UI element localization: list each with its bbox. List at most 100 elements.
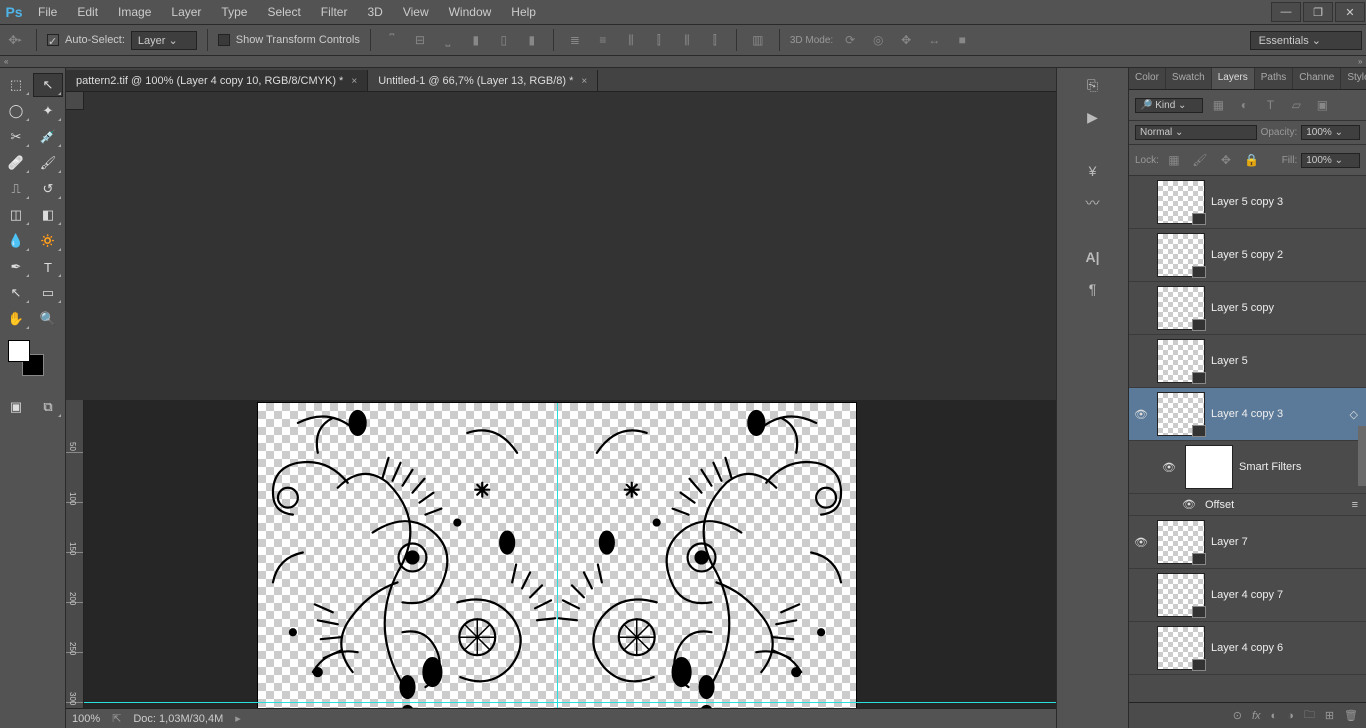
layer-row[interactable]: 👁Layer 4 copy 3◇ <box>1129 388 1366 441</box>
eraser-tool[interactable]: ◫ <box>1 203 31 227</box>
lock-pixels-icon[interactable]: 🖌 <box>1189 149 1211 171</box>
magic-wand-tool[interactable]: ✦ <box>33 99 63 123</box>
history-panel-icon[interactable]: ⎘ <box>1080 74 1106 96</box>
history-brush-tool[interactable]: ↺ <box>33 177 63 201</box>
document-tab-2[interactable]: Untitled-1 @ 66,7% (Layer 13, RGB/8) * × <box>368 70 598 91</box>
visibility-toggle[interactable]: 👁 <box>1131 408 1151 421</box>
layer-row[interactable]: 👁Offset≡ <box>1129 494 1366 516</box>
menu-file[interactable]: File <box>28 1 67 23</box>
panel-tab-styles[interactable]: Styles <box>1341 68 1366 89</box>
menu-type[interactable]: Type <box>211 1 257 23</box>
lock-transparent-icon[interactable]: ▦ <box>1163 149 1185 171</box>
opacity-input[interactable]: 100% ⌄ <box>1301 125 1360 140</box>
brush-tool[interactable]: 🖌 <box>33 151 63 175</box>
distribute-icon-5[interactable]: ⫼ <box>676 29 698 51</box>
close-tab-icon[interactable]: × <box>581 76 587 87</box>
distribute-icon-6[interactable]: ⫿ <box>704 29 726 51</box>
align-top-icon[interactable]: ⎴ <box>381 29 403 51</box>
delete-layer-icon[interactable]: 🗑 <box>1344 709 1358 722</box>
layer-row[interactable]: Layer 4 copy 6 <box>1129 622 1366 675</box>
close-tab-icon[interactable]: × <box>351 76 357 87</box>
menu-window[interactable]: Window <box>439 1 502 23</box>
guide-horizontal[interactable] <box>84 702 1056 703</box>
zoom-tool[interactable]: 🔍 <box>33 307 63 331</box>
menu-3d[interactable]: 3D <box>357 1 392 23</box>
document-tab-1[interactable]: pattern2.tif @ 100% (Layer 4 copy 10, RG… <box>66 70 368 91</box>
lasso-tool[interactable]: ◯ <box>1 99 31 123</box>
distribute-icon-1[interactable]: ≣ <box>564 29 586 51</box>
filter-smart-icon[interactable]: ▣ <box>1311 94 1333 116</box>
brush-panel-icon[interactable]: ¥ <box>1080 160 1106 182</box>
type-tool[interactable]: T <box>33 255 63 279</box>
link-layers-icon[interactable]: ⊙ <box>1233 709 1242 722</box>
maximize-button[interactable]: ❐ <box>1303 2 1333 22</box>
layer-thumbnail[interactable] <box>1157 233 1205 277</box>
align-bottom-icon[interactable]: ⎵ <box>437 29 459 51</box>
menu-layer[interactable]: Layer <box>161 1 211 23</box>
layer-row[interactable]: Layer 5 <box>1129 335 1366 388</box>
layer-row[interactable]: Layer 5 copy 2 <box>1129 229 1366 282</box>
panel-tab-color[interactable]: Color <box>1129 68 1166 89</box>
pen-tool[interactable]: ✒ <box>1 255 31 279</box>
canvas-viewport[interactable] <box>84 400 1056 708</box>
expand-status-icon[interactable]: ⇱ <box>112 712 121 725</box>
lock-all-icon[interactable]: 🔒 <box>1241 149 1263 171</box>
layer-row[interactable]: Layer 4 copy 7 <box>1129 569 1366 622</box>
menu-help[interactable]: Help <box>501 1 546 23</box>
layer-group-icon[interactable]: 🗀 <box>1304 706 1315 725</box>
auto-align-icon[interactable]: ▥ <box>747 29 769 51</box>
blend-mode-select[interactable]: Normal ⌄ <box>1135 125 1257 140</box>
visibility-toggle[interactable]: 👁 <box>1131 536 1151 549</box>
3d-orbit-icon[interactable]: ⟳ <box>839 29 861 51</box>
ruler-origin[interactable] <box>66 92 84 110</box>
crop-tool[interactable]: ✂ <box>1 125 31 149</box>
healing-tool[interactable]: 🩹 <box>1 151 31 175</box>
menu-select[interactable]: Select <box>257 1 310 23</box>
filter-settings-icon[interactable]: ≡ <box>1352 499 1358 511</box>
menu-filter[interactable]: Filter <box>311 1 358 23</box>
visibility-toggle[interactable]: 👁 <box>1159 461 1179 474</box>
auto-select-target[interactable]: Layer ⌄ <box>131 31 197 50</box>
eyedropper-tool[interactable]: 💉 <box>33 125 63 149</box>
layer-mask-icon[interactable]: ◐ <box>1271 710 1278 722</box>
layer-thumbnail[interactable] <box>1157 180 1205 224</box>
distribute-icon-2[interactable]: ≡ <box>592 29 614 51</box>
collapse-panels-icon[interactable]: » <box>1354 57 1366 66</box>
shape-tool[interactable]: ▭ <box>33 281 63 305</box>
layer-fx-icon[interactable]: fx <box>1252 710 1261 722</box>
character-panel-icon[interactable]: A| <box>1080 246 1106 268</box>
actions-panel-icon[interactable]: ▶ <box>1080 106 1106 128</box>
auto-select-checkbox[interactable]: ✓ <box>47 34 59 46</box>
layer-row[interactable]: 👁Smart Filters <box>1129 441 1366 494</box>
filter-adjust-icon[interactable]: ◐ <box>1233 94 1255 116</box>
hand-tool[interactable]: ✋ <box>1 307 31 331</box>
blur-tool[interactable]: 💧 <box>1 229 31 253</box>
distribute-icon-4[interactable]: ⫿ <box>648 29 670 51</box>
fill-input[interactable]: 100% ⌄ <box>1301 153 1360 168</box>
panel-tab-paths[interactable]: Paths <box>1255 68 1294 89</box>
color-swatches[interactable] <box>8 340 44 376</box>
scrollbar-thumb[interactable] <box>1358 426 1366 486</box>
3d-roll-icon[interactable]: ◎ <box>867 29 889 51</box>
quick-mask-tool[interactable]: ▣ <box>1 395 31 419</box>
paragraph-panel-icon[interactable]: ¶ <box>1080 278 1106 300</box>
layer-thumbnail[interactable] <box>1185 445 1233 489</box>
align-vcenter-icon[interactable]: ⊟ <box>409 29 431 51</box>
3d-slide-icon[interactable]: ↔ <box>923 29 945 51</box>
lock-position-icon[interactable]: ✥ <box>1215 149 1237 171</box>
panel-tab-swatches[interactable]: Swatch <box>1166 68 1212 89</box>
foreground-swatch[interactable] <box>8 340 30 362</box>
dodge-tool[interactable]: 🔅 <box>33 229 63 253</box>
close-button[interactable]: ✕ <box>1335 2 1365 22</box>
filter-type-icon[interactable]: T <box>1259 94 1281 116</box>
minimize-button[interactable]: — <box>1271 2 1301 22</box>
3d-pan-icon[interactable]: ✥ <box>895 29 917 51</box>
show-transform-checkbox[interactable] <box>218 34 230 46</box>
artboard[interactable] <box>257 402 857 708</box>
layer-thumbnail[interactable] <box>1157 520 1205 564</box>
collapse-tools-icon[interactable]: « <box>0 57 12 66</box>
workspace-switcher[interactable]: Essentials ⌄ <box>1250 31 1362 50</box>
distribute-icon-3[interactable]: ⫼ <box>620 29 642 51</box>
align-left-icon[interactable]: ▮ <box>465 29 487 51</box>
brush-presets-icon[interactable]: 〰 <box>1080 192 1106 214</box>
